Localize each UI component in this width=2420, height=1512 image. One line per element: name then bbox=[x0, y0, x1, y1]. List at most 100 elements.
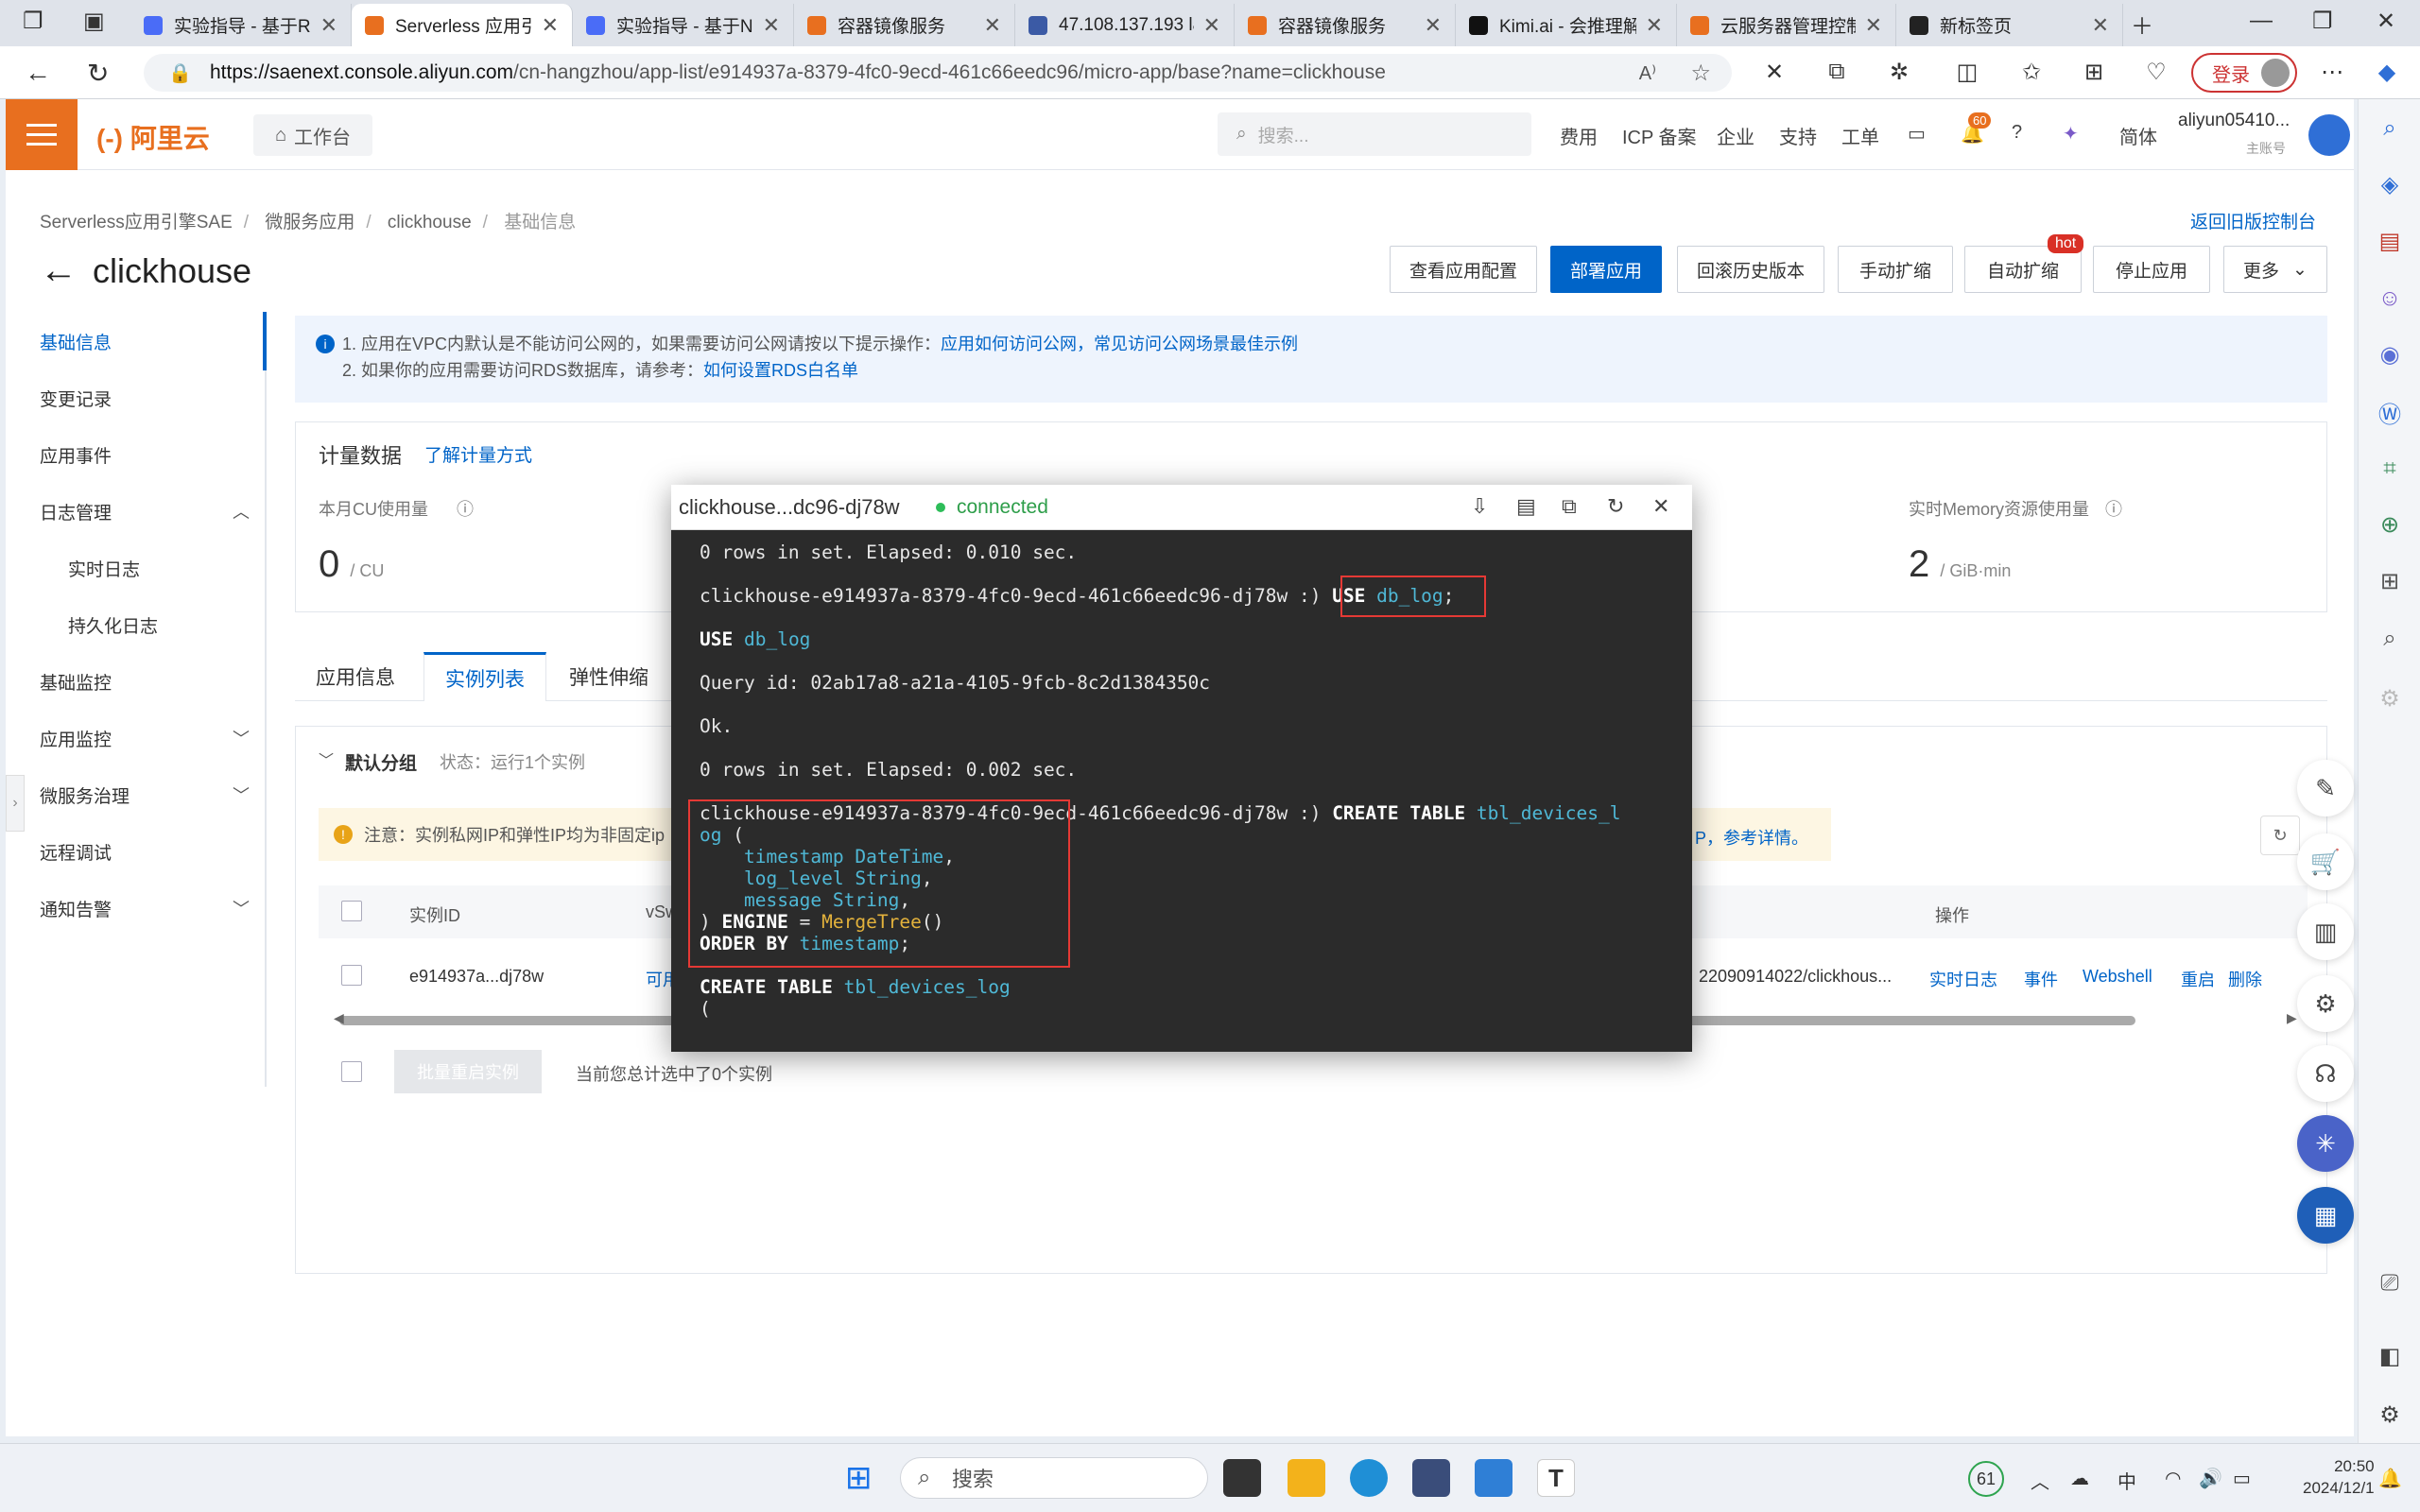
op-events[interactable]: 事件 bbox=[2024, 967, 2058, 991]
public-access-link[interactable]: 应用如何访问公网，常见访问公网场景最佳示例 bbox=[941, 335, 1298, 353]
help-icon[interactable]: ⓘ bbox=[457, 496, 474, 521]
notification-bell-icon[interactable]: 🔔 bbox=[2378, 1467, 2402, 1490]
nav-basic-monitor[interactable]: 基础监控 bbox=[40, 669, 112, 695]
ai-icon[interactable]: ✦ bbox=[2063, 122, 2079, 146]
screen-capture-icon[interactable]: ⎚ bbox=[2374, 1267, 2406, 1299]
settings-icon[interactable]: ⚙ bbox=[2297, 975, 2354, 1032]
user-avatar[interactable] bbox=[2308, 114, 2350, 156]
taskbar-search[interactable]: ⌕ 搜索 bbox=[900, 1457, 1208, 1499]
refresh-icon[interactable]: ↻ bbox=[1607, 494, 1624, 519]
more-menu-icon[interactable]: ⋯ bbox=[2318, 59, 2346, 87]
document-icon[interactable]: ▥ bbox=[2297, 903, 2354, 960]
collections-icon[interactable]: ⧉ bbox=[1823, 59, 1851, 87]
typora-icon[interactable]: T bbox=[1537, 1459, 1575, 1497]
browser-tab[interactable]: 实验指导 - 基于N ✕ bbox=[573, 4, 794, 46]
back-arrow-icon[interactable]: ← bbox=[40, 249, 78, 292]
app-icon[interactable] bbox=[1412, 1459, 1450, 1497]
webshell-terminal[interactable]: clickhouse...dc96-dj78w connected ⇩ ▤ ⧉ … bbox=[671, 485, 1692, 1052]
nav-remote-debug[interactable]: 远程调试 bbox=[40, 839, 112, 865]
rollback-button[interactable]: 回滚历史版本 bbox=[1677, 246, 1824, 293]
customer-service-icon[interactable]: ☊ bbox=[2297, 1045, 2354, 1102]
scroll-left-icon[interactable]: ◀ bbox=[334, 1010, 344, 1026]
batch-checkbox[interactable] bbox=[341, 1061, 362, 1082]
hamburger-menu-icon[interactable] bbox=[6, 99, 78, 170]
apps-grid-icon[interactable]: ▦ bbox=[2297, 1187, 2354, 1244]
read-aloud-icon[interactable]: A⁾ bbox=[1639, 61, 1656, 85]
volume-icon[interactable]: 🔊 bbox=[2199, 1467, 2222, 1490]
back-icon[interactable]: ← bbox=[25, 58, 51, 88]
edit-icon[interactable]: ✎ bbox=[2297, 760, 2354, 816]
wifi-icon[interactable]: ◠ bbox=[2165, 1467, 2181, 1490]
battery-icon[interactable]: ▭ bbox=[2233, 1467, 2251, 1490]
login-button[interactable]: 登录 bbox=[2191, 53, 2297, 93]
url-field[interactable]: 🔒 https://saenext.console.aliyun.com/cn-… bbox=[144, 54, 1732, 92]
nav-enterprise[interactable]: 企业 bbox=[1717, 122, 1754, 149]
console-search-input[interactable]: ⌕ 搜索... bbox=[1218, 112, 1531, 156]
browser-tab[interactable]: 新标签页 ✕ bbox=[1896, 4, 2123, 46]
nav-persistent-log[interactable]: 持久化日志 bbox=[68, 612, 158, 638]
screenshot-icon[interactable]: ⌗ bbox=[2374, 453, 2406, 485]
stop-app-button[interactable]: 停止应用 bbox=[2093, 246, 2210, 293]
row-checkbox[interactable] bbox=[341, 965, 362, 986]
breadcrumb-sae[interactable]: Serverless应用引擎SAE bbox=[40, 213, 233, 232]
app-icon-2[interactable] bbox=[1475, 1459, 1512, 1497]
more-button[interactable]: 更多 ⌄ bbox=[2223, 246, 2327, 293]
open-external-icon[interactable]: ⧉ bbox=[1562, 494, 1577, 519]
sidebar-settings-icon[interactable]: ⚙ bbox=[2374, 1400, 2406, 1432]
refresh-icon[interactable]: ↻ bbox=[2260, 816, 2300, 855]
op-restart[interactable]: 重启 bbox=[2181, 967, 2215, 991]
file-explorer-icon[interactable] bbox=[1288, 1459, 1325, 1497]
nav-log-management[interactable]: 日志管理 bbox=[40, 499, 112, 524]
cloud-icon[interactable]: ☁ bbox=[2070, 1467, 2089, 1490]
tab-close-icon[interactable]: ✕ bbox=[1194, 13, 1220, 38]
toolbox-icon[interactable]: ▤ bbox=[2374, 226, 2406, 258]
favorite-star-icon[interactable]: ☆ bbox=[1690, 60, 1711, 87]
workspaces-icon[interactable]: ❐ bbox=[23, 8, 43, 35]
reload-icon[interactable]: ↻ bbox=[87, 58, 109, 89]
op-delete[interactable]: 删除 bbox=[2228, 967, 2262, 991]
collapse-nav-icon[interactable]: › bbox=[6, 775, 25, 832]
tab-close-icon[interactable]: ✕ bbox=[532, 13, 559, 38]
copilot-icon[interactable]: ◆ bbox=[2373, 59, 2401, 87]
cloud-shell-icon[interactable]: ▭ bbox=[1908, 122, 1926, 146]
browser-essentials-icon[interactable]: ♡ bbox=[2142, 59, 2170, 87]
nav-realtime-log[interactable]: 实时日志 bbox=[68, 556, 140, 581]
metering-link[interactable]: 了解计量方式 bbox=[424, 441, 532, 467]
record-icon[interactable]: ⊞ bbox=[2374, 566, 2406, 598]
nav-app-events[interactable]: 应用事件 bbox=[40, 442, 112, 468]
ime-indicator[interactable]: 中 bbox=[2118, 1467, 2136, 1494]
close-window-icon[interactable]: ✕ bbox=[2377, 8, 2395, 35]
select-all-checkbox[interactable] bbox=[341, 901, 362, 921]
instance-id[interactable]: e914937a...dj78w bbox=[409, 967, 544, 987]
op-realtime-log[interactable]: 实时日志 bbox=[1929, 967, 1997, 991]
sidebar-search-icon[interactable]: ⌕ bbox=[2374, 623, 2406, 655]
edge-icon[interactable] bbox=[1350, 1459, 1388, 1497]
browser-tab[interactable]: 云服务器管理控制 ✕ bbox=[1677, 4, 1896, 46]
warning-detail-link[interactable]: P，参考详情。 bbox=[1695, 825, 1808, 850]
nav-icp[interactable]: ICP 备案 bbox=[1622, 122, 1697, 149]
clock[interactable]: 20:50 2024/12/1 bbox=[2303, 1455, 2375, 1499]
nav-app-monitor[interactable]: 应用监控 bbox=[40, 726, 112, 751]
language-switch[interactable]: 简体 bbox=[2119, 122, 2157, 149]
browser-tab[interactable]: 容器镜像服务 ✕ bbox=[1235, 4, 1456, 46]
legacy-console-link[interactable]: 返回旧版控制台 bbox=[2190, 208, 2316, 233]
rds-whitelist-link[interactable]: 如何设置RDS白名单 bbox=[703, 361, 858, 380]
browser-tab[interactable]: Kimi.ai - 会推理解 ✕ bbox=[1456, 4, 1677, 46]
tab-close-icon[interactable]: ✕ bbox=[2083, 13, 2109, 38]
browser-tab[interactable]: 47.108.137.193 la ✕ bbox=[1015, 4, 1235, 46]
help-icon[interactable]: ⓘ bbox=[2105, 496, 2122, 521]
extension-x-icon[interactable]: ✕ bbox=[1760, 59, 1789, 87]
copilot-sidebar-icon[interactable]: ◉ bbox=[2374, 339, 2406, 371]
close-icon[interactable]: ✕ bbox=[1652, 494, 1669, 519]
minimize-icon[interactable]: — bbox=[2250, 8, 2273, 34]
archive-icon[interactable]: ▤ bbox=[1516, 494, 1536, 519]
nav-microservice[interactable]: 微服务治理 bbox=[40, 782, 130, 808]
chevron-down-icon[interactable]: ﹀ bbox=[233, 896, 250, 920]
nav-basic-info[interactable]: 基础信息 bbox=[40, 329, 112, 354]
ai-assistant-icon[interactable]: ✳ bbox=[2297, 1115, 2354, 1172]
sidebar-toggle-icon[interactable]: ◧ bbox=[2374, 1341, 2406, 1373]
tab-close-icon[interactable]: ✕ bbox=[1415, 13, 1442, 38]
chevron-up-icon[interactable]: ︿ bbox=[233, 499, 250, 524]
people-icon[interactable]: ☺ bbox=[2374, 283, 2406, 315]
user-name[interactable]: aliyun05410... bbox=[2178, 111, 2290, 131]
